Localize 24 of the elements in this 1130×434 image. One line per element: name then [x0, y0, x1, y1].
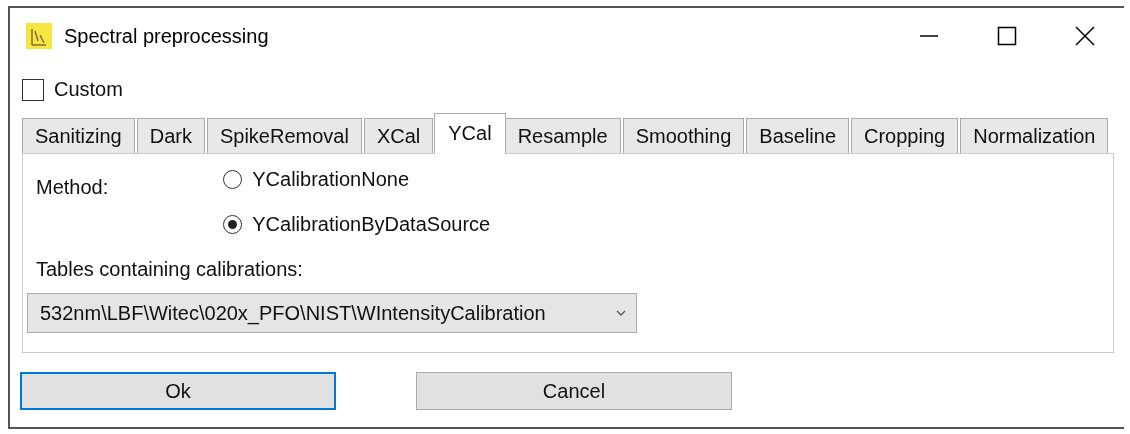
app-icon [26, 23, 52, 49]
close-icon[interactable] [1075, 26, 1095, 46]
radio-label: YCalibrationNone [252, 168, 410, 191]
tab[interactable]: Smoothing [622, 118, 745, 154]
method-label: Method: [36, 176, 109, 200]
tab[interactable]: Normalization [960, 118, 1109, 154]
window-title: Spectral preprocessing [64, 24, 270, 48]
custom-checkbox[interactable] [22, 78, 44, 101]
tab[interactable]: Dark [136, 118, 205, 154]
dialog-button[interactable]: Cancel [416, 372, 732, 410]
checkbox-label: Custom [54, 78, 123, 101]
tab[interactable]: Sanitizing [22, 118, 135, 154]
tab[interactable]: YCal [434, 113, 506, 154]
maximize-icon[interactable] [997, 26, 1017, 46]
chevron-down-icon [616, 310, 626, 316]
tab[interactable]: Cropping [851, 118, 959, 154]
tab[interactable]: Resample [504, 118, 621, 154]
tables-label: Tables containing calibrations: [36, 258, 304, 281]
radio-option[interactable]: YCalibrationNone [223, 168, 491, 191]
tab[interactable]: SpikeRemoval [206, 118, 362, 154]
tab[interactable]: XCal [363, 118, 434, 154]
calibration-dropdown[interactable]: 532nm\LBF\Witec\020x_PFO\NIST\WIntensityCalibration [27, 293, 637, 333]
tab[interactable]: Baseline [746, 118, 849, 154]
dialog-button[interactable]: Ok [20, 372, 336, 410]
